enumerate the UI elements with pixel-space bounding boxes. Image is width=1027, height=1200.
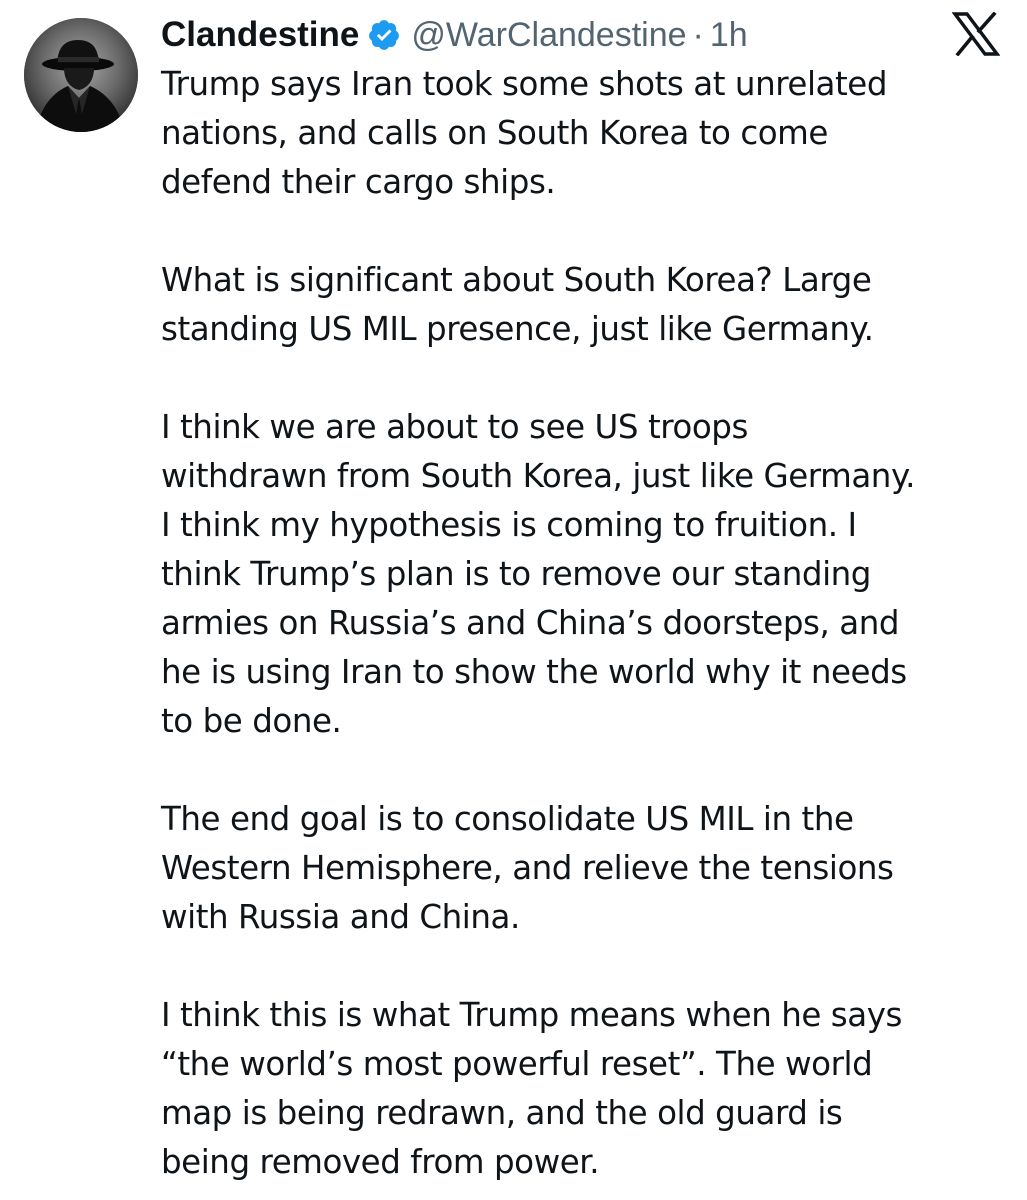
text-line: map is being redrawn, and the old guard … [161, 1094, 843, 1132]
text-line: I think we are about to see US troops [161, 408, 748, 446]
text-line: armies on Russia’s and China’s doorsteps… [161, 604, 900, 642]
text-line: I think this is what Trump means when he… [161, 996, 903, 1034]
text-line: being removed from power. [161, 1143, 600, 1181]
separator-dot: · [692, 15, 704, 54]
fedora-silhouette-icon [24, 18, 138, 132]
verified-badge-icon [367, 18, 401, 52]
tweet-header: Clandestine @WarClandestine · 1h [161, 10, 748, 60]
text-line: to be done. [161, 702, 342, 740]
text-line: “the world’s most powerful reset”. The w… [161, 1045, 873, 1083]
text-line: with Russia and China. [161, 898, 520, 936]
x-logo-icon [952, 12, 1000, 56]
avatar[interactable] [24, 18, 138, 132]
timestamp[interactable]: 1h [710, 16, 748, 55]
text-line: nations, and calls on South Korea to com… [161, 114, 828, 152]
tweet-paragraph: What is significant about South Korea? L… [161, 256, 1021, 354]
tweet-paragraph: I think we are about to see US troops wi… [161, 403, 1021, 746]
text-line: defend their cargo ships. [161, 163, 556, 201]
author-handle[interactable]: @WarClandestine [411, 16, 686, 55]
text-line: he is using Iran to show the world why i… [161, 653, 907, 691]
text-line: withdrawn from South Korea, just like Ge… [161, 457, 915, 495]
display-name[interactable]: Clandestine [161, 15, 359, 55]
text-line: Trump says Iran took some shots at unrel… [161, 65, 888, 103]
text-line: I think my hypothesis is coming to fruit… [161, 506, 857, 544]
text-line: standing US MIL presence, just like Germ… [161, 310, 874, 348]
tweet-paragraph: The end goal is to consolidate US MIL in… [161, 795, 1021, 942]
text-line: What is significant about South Korea? L… [161, 261, 872, 299]
text-line: Western Hemisphere, and relieve the tens… [161, 849, 894, 887]
text-line: The end goal is to consolidate US MIL in… [161, 800, 854, 838]
tweet: Clandestine @WarClandestine · 1h Trump s… [0, 0, 1027, 1200]
tweet-paragraph: I think this is what Trump means when he… [161, 991, 1021, 1187]
tweet-paragraph: Trump says Iran took some shots at unrel… [161, 60, 1021, 207]
text-line: think Trump’s plan is to remove our stan… [161, 555, 871, 593]
tweet-text: Trump says Iran took some shots at unrel… [161, 60, 1021, 1187]
